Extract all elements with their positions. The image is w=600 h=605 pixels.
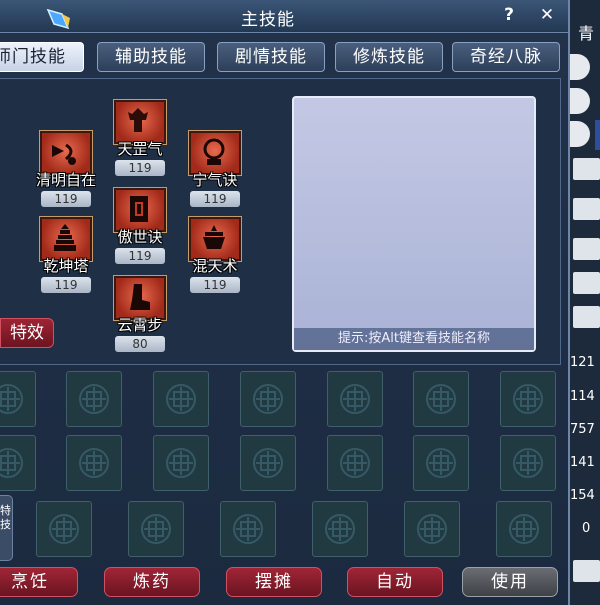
skill-yunxiaobu[interactable]: 云霄步 80 <box>110 276 170 352</box>
background-field <box>573 560 600 582</box>
coin-emblem-icon <box>0 384 23 414</box>
coin-emblem-icon <box>233 514 263 544</box>
background-field <box>573 238 600 260</box>
coin-emblem-icon <box>426 384 456 414</box>
inventory-slot[interactable] <box>413 435 469 491</box>
inventory-slot[interactable] <box>153 371 209 427</box>
coin-emblem-icon <box>79 384 109 414</box>
inventory-slot[interactable] <box>128 501 184 557</box>
inventory-slot[interactable] <box>0 435 36 491</box>
inventory-slot[interactable] <box>153 435 209 491</box>
tab-cultivation-skills[interactable]: 修炼技能 <box>335 42 443 72</box>
tab-school-skills[interactable]: 师门技能 <box>0 42 84 72</box>
stat-value: 114 <box>570 389 595 404</box>
coin-emblem-icon <box>417 514 447 544</box>
coin-emblem-icon <box>253 448 283 478</box>
skill-description-box: 提示:按Alt键查看技能名称 <box>292 96 536 352</box>
tab-meridian-skills[interactable]: 奇经八脉 <box>452 42 560 72</box>
cooking-button[interactable]: 烹饪 <box>0 567 78 597</box>
inventory-slot[interactable] <box>327 371 383 427</box>
coin-emblem-icon <box>340 448 370 478</box>
tab-assist-skills[interactable]: 辅助技能 <box>97 42 205 72</box>
coin-emblem-icon <box>253 384 283 414</box>
skill-tiangangqi[interactable]: 天罡气 119 <box>110 100 170 176</box>
inventory-slot[interactable] <box>404 501 460 557</box>
inventory-slot[interactable] <box>66 371 122 427</box>
inventory-slot[interactable] <box>312 501 368 557</box>
skills-window: 主技能 ? ✕ 师门技能 辅助技能 剧情技能 修炼技能 奇经八脉 天罡气 119… <box>0 0 570 605</box>
stat-value: 141 <box>570 455 595 470</box>
inventory-slot[interactable] <box>36 501 92 557</box>
coin-emblem-icon <box>513 448 543 478</box>
background-panel-marker <box>595 120 600 150</box>
stat-value: 757 <box>570 422 595 437</box>
coin-emblem-icon <box>509 514 539 544</box>
background-field <box>573 158 600 180</box>
skill-qiankunta[interactable]: 乾坤塔 119 <box>36 217 96 293</box>
inventory-slot[interactable] <box>240 371 296 427</box>
tab-story-skills[interactable]: 剧情技能 <box>217 42 325 72</box>
coin-emblem-icon <box>426 448 456 478</box>
inventory-slot[interactable] <box>240 435 296 491</box>
coin-emblem-icon <box>340 384 370 414</box>
effects-button[interactable]: 特效 <box>0 318 54 348</box>
stat-value: 154 <box>570 488 595 503</box>
use-button[interactable]: 使用 <box>462 567 558 597</box>
special-skills-side-tab[interactable]: 特技 <box>0 495 13 561</box>
inventory-slot[interactable] <box>500 435 556 491</box>
window-title: 主技能 <box>241 10 295 30</box>
help-button[interactable]: ? <box>498 4 520 26</box>
inventory-slot[interactable] <box>0 371 36 427</box>
inventory-slot[interactable] <box>327 435 383 491</box>
coin-emblem-icon <box>166 448 196 478</box>
stat-value: 0 <box>582 521 591 536</box>
coin-emblem-icon <box>166 384 196 414</box>
auto-button[interactable]: 自动 <box>347 567 443 597</box>
inventory-slot[interactable] <box>413 371 469 427</box>
background-field <box>573 306 600 328</box>
coin-emblem-icon <box>0 448 23 478</box>
close-button[interactable]: ✕ <box>536 4 558 26</box>
alchemy-button[interactable]: 炼药 <box>104 567 200 597</box>
background-panel-label: 青 <box>578 24 595 43</box>
skill-ningqijue[interactable]: 宁气诀 119 <box>185 131 245 207</box>
inventory-slot[interactable] <box>66 435 122 491</box>
inventory-slot[interactable] <box>220 501 276 557</box>
coin-emblem-icon <box>325 514 355 544</box>
skill-aoshijue[interactable]: 傲世诀 119 <box>110 188 170 264</box>
background-field <box>573 198 600 220</box>
skill-huntianshu[interactable]: 混天术 119 <box>185 217 245 293</box>
stall-button[interactable]: 摆摊 <box>226 567 322 597</box>
inventory-slot[interactable] <box>496 501 552 557</box>
coin-emblem-icon <box>79 448 109 478</box>
alt-hint-text: 提示:按Alt键查看技能名称 <box>294 328 534 350</box>
background-field <box>573 272 600 294</box>
coin-emblem-icon <box>49 514 79 544</box>
coin-emblem-icon <box>141 514 171 544</box>
coin-emblem-icon <box>513 384 543 414</box>
inventory-slot[interactable] <box>500 371 556 427</box>
stat-value: 121 <box>570 355 595 370</box>
skill-qingmingzizai[interactable]: 清明自在 119 <box>36 131 96 207</box>
title-bar[interactable]: 主技能 ? ✕ <box>0 0 568 33</box>
